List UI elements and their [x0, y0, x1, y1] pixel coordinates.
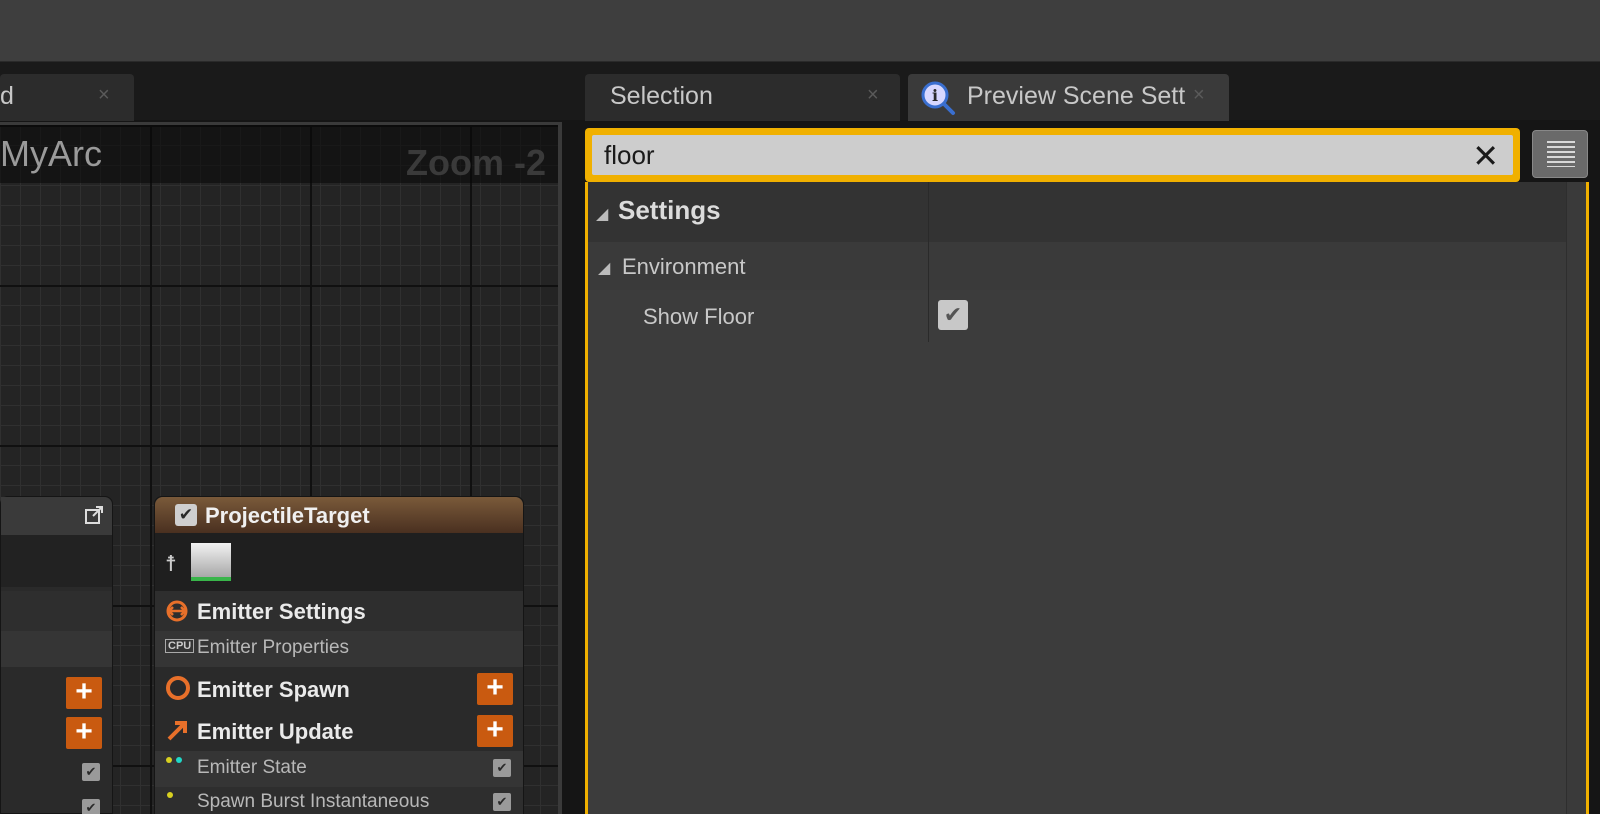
node-title: ProjectileTarget [205, 503, 370, 528]
emitter-node-partial[interactable]: + + ✔ ✔ [0, 496, 113, 814]
close-icon[interactable]: × [1193, 84, 1205, 107]
node-thumbnail-row: ☨ [155, 533, 523, 591]
add-update-module-button[interactable]: + [477, 715, 513, 747]
category-settings[interactable]: ◢ Settings [588, 182, 1586, 242]
details-search[interactable]: floor ✕ [585, 128, 1520, 182]
expand-triangle-icon[interactable]: ◢ [596, 204, 608, 224]
grid-list-icon [1547, 141, 1575, 167]
emitter-enabled-checkbox[interactable]: ✔ [175, 504, 197, 526]
module-dot-icon [165, 789, 177, 807]
close-icon[interactable]: × [867, 84, 879, 107]
cpu-icon: CPU [165, 639, 195, 653]
zoom-indicator: Zoom -2 [406, 142, 546, 183]
module-enabled-checkbox[interactable]: ✔ [493, 759, 511, 777]
emitter-settings-icon [165, 599, 189, 628]
svg-text:i: i [932, 86, 938, 105]
show-floor-checkbox[interactable]: ✔ [938, 300, 968, 330]
tab-label: Preview Scene Sett [967, 82, 1186, 110]
category-label: Settings [618, 195, 721, 225]
open-external-icon[interactable] [84, 505, 104, 530]
clear-search-icon[interactable]: ✕ [1472, 137, 1499, 175]
info-magnifier-icon: i [920, 80, 956, 123]
actor-icon: ☨ [165, 551, 177, 576]
title-bar [0, 0, 1600, 62]
row-label: Emitter State [197, 757, 307, 778]
row-label: Emitter Update [197, 719, 354, 744]
add-spawn-module-button[interactable]: + [477, 673, 513, 705]
row-emitter-update[interactable]: Emitter Update + [155, 709, 523, 751]
tab-preview-scene-settings[interactable]: i Preview Scene Sett × [908, 74, 1229, 121]
row-emitter-spawn[interactable]: Emitter Spawn + [155, 667, 523, 709]
row-label: Emitter Properties [197, 637, 350, 658]
row-label: Spawn Burst Instantaneous [197, 791, 430, 812]
scrollbar[interactable] [1566, 182, 1586, 814]
column-divider[interactable] [928, 182, 929, 342]
details-panel: ◢ Settings ◢ Environment Show Floor ✔ [585, 182, 1589, 814]
view-options-button[interactable] [1532, 130, 1588, 178]
row-label: Emitter Settings [197, 599, 366, 624]
emitter-spawn-icon [165, 675, 191, 706]
close-icon[interactable]: × [98, 84, 110, 107]
add-module-button[interactable]: + [66, 717, 102, 749]
search-input[interactable]: floor ✕ [592, 135, 1513, 175]
module-enabled-checkbox[interactable]: ✔ [493, 793, 511, 811]
node-header [1, 497, 112, 535]
row-emitter-state[interactable]: Emitter State ✔ [155, 751, 523, 787]
row-emitter-settings[interactable]: Emitter Settings [155, 591, 523, 631]
node-header: ✔ ProjectileTarget [155, 497, 523, 533]
row-label: Emitter Spawn [197, 677, 350, 702]
tab-graph[interactable]: d × [0, 74, 134, 121]
emitter-thumbnail [191, 543, 231, 581]
graph-header: MyArc Zoom -2 [0, 125, 558, 183]
tab-selection[interactable]: Selection × [585, 74, 900, 121]
subcategory-label: Environment [622, 254, 746, 279]
graph-title: MyArc [0, 133, 102, 174]
module-enabled-checkbox[interactable]: ✔ [82, 799, 100, 814]
expand-triangle-icon[interactable]: ◢ [598, 258, 610, 278]
tab-label: d [0, 82, 14, 110]
tab-label: Selection [610, 82, 713, 110]
property-label-show-floor: Show Floor [643, 304, 755, 329]
module-enabled-checkbox[interactable]: ✔ [82, 763, 100, 781]
row-emitter-properties[interactable]: CPU Emitter Properties [155, 631, 523, 667]
add-module-button[interactable]: + [66, 677, 102, 709]
search-input-value: floor [604, 140, 655, 170]
emitter-node[interactable]: ✔ ProjectileTarget ☨ Emitter Settings CP… [154, 496, 524, 814]
row-spawn-burst[interactable]: Spawn Burst Instantaneous ✔ [155, 787, 523, 814]
subcategory-environment[interactable]: ◢ Environment [588, 242, 1586, 290]
emitter-update-icon [165, 717, 191, 748]
module-dots-icon [165, 755, 189, 774]
